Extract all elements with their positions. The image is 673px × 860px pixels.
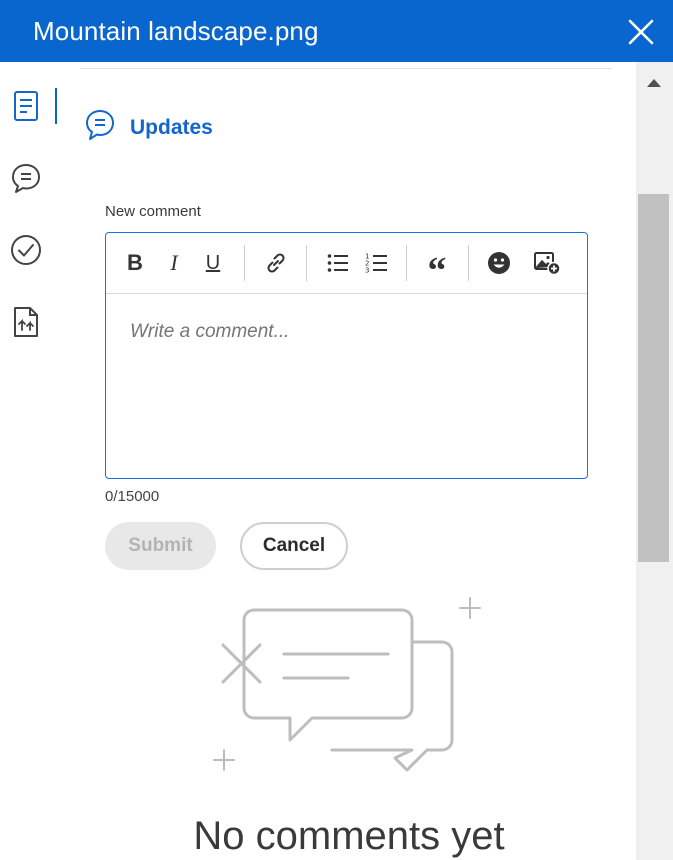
toolbar-divider	[406, 245, 407, 281]
submit-button[interactable]: Submit	[105, 522, 216, 570]
bullet-list-icon[interactable]	[325, 249, 351, 277]
scroll-up-icon[interactable]	[646, 75, 662, 93]
insert-image-icon[interactable]	[533, 249, 561, 277]
bold-button[interactable]: B	[124, 249, 146, 277]
versions-icon[interactable]	[10, 306, 42, 338]
scrollbar-thumb[interactable]	[638, 194, 669, 562]
divider	[80, 68, 612, 69]
comment-input[interactable]	[130, 321, 560, 343]
underline-button[interactable]: U	[202, 249, 224, 277]
window-title: Mountain landscape.png	[33, 16, 319, 46]
vertical-scrollbar[interactable]	[636, 62, 673, 860]
title-bar: Mountain landscape.png	[0, 0, 673, 62]
approve-icon[interactable]	[10, 234, 42, 266]
close-icon[interactable]	[627, 18, 655, 46]
link-icon[interactable]	[263, 249, 289, 277]
toolbar-divider	[306, 245, 307, 281]
emoji-icon[interactable]	[486, 249, 512, 277]
character-counter: 0/15000	[105, 488, 160, 505]
empty-state-message: No comments yet	[193, 814, 505, 858]
side-rail	[0, 62, 62, 860]
cancel-button[interactable]: Cancel	[240, 522, 348, 570]
section-header: Updates	[84, 109, 213, 146]
new-comment-label: New comment	[105, 203, 201, 220]
toolbar-divider	[244, 245, 245, 281]
updates-panel: Updates New comment B I U 123 “ Write a …	[62, 62, 636, 860]
empty-comments-illustration	[202, 590, 502, 785]
comments-icon[interactable]	[10, 162, 42, 194]
active-indicator	[55, 88, 57, 124]
numbered-list-icon[interactable]: 123	[364, 249, 390, 277]
italic-button[interactable]: I	[164, 249, 184, 277]
format-toolbar: B I U 123 “	[106, 233, 587, 294]
quote-button[interactable]: “	[424, 249, 450, 292]
comment-bubble-icon	[84, 109, 116, 146]
toolbar-divider	[468, 245, 469, 281]
details-icon[interactable]	[10, 90, 42, 122]
svg-text:3: 3	[365, 267, 369, 275]
section-title: Updates	[130, 115, 213, 139]
comment-editor[interactable]: B I U 123 “	[105, 232, 588, 479]
